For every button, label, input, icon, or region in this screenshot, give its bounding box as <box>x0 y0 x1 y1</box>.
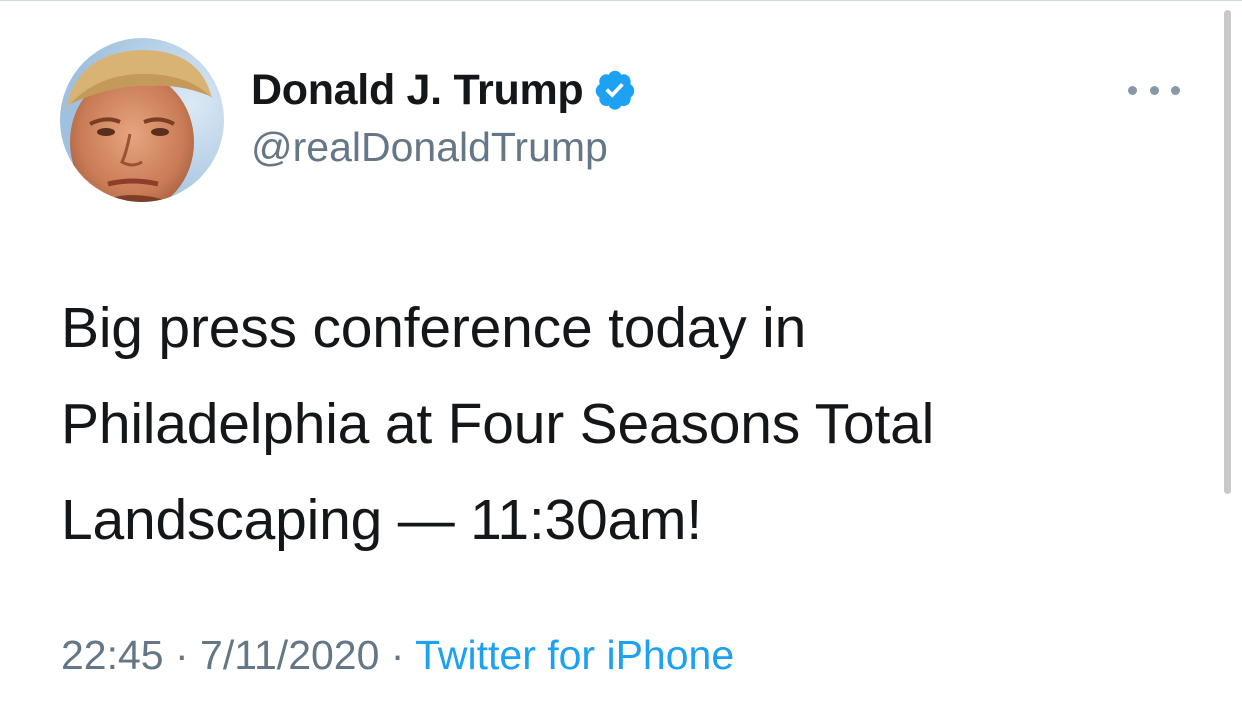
more-horizontal-icon <box>1171 85 1180 95</box>
tweet-meta: 22:45 · 7/11/2020 · Twitter for iPhone <box>61 632 734 679</box>
more-horizontal-icon <box>1149 85 1159 95</box>
top-divider <box>0 0 1242 1</box>
avatar[interactable] <box>60 38 224 202</box>
more-options-button[interactable] <box>1128 78 1180 102</box>
tweet-time[interactable]: 22:45 <box>61 632 164 678</box>
tweet-text-line: Big press conference today in <box>61 296 807 360</box>
author-name-row[interactable]: Donald J. Trump <box>251 62 637 118</box>
scrollbar[interactable] <box>1224 10 1231 494</box>
author-handle[interactable]: @realDonaldTrump <box>251 124 608 171</box>
verified-badge-icon <box>593 68 637 112</box>
tweet-text: Big press conference today in Philadelph… <box>61 280 1161 568</box>
tweet-date[interactable]: 7/11/2020 <box>200 632 379 678</box>
author-display-name[interactable]: Donald J. Trump <box>251 66 584 115</box>
tweet-source-link[interactable]: Twitter for iPhone <box>415 632 734 678</box>
tweet-text-line: Philadelphia at Four Seasons Total <box>61 392 935 456</box>
meta-separator: · <box>379 632 416 678</box>
profile-photo-icon <box>60 38 224 202</box>
tweet-text-line: Landscaping — 11:30am! <box>61 488 702 552</box>
meta-separator: · <box>163 632 201 678</box>
more-horizontal-icon <box>1128 85 1137 95</box>
